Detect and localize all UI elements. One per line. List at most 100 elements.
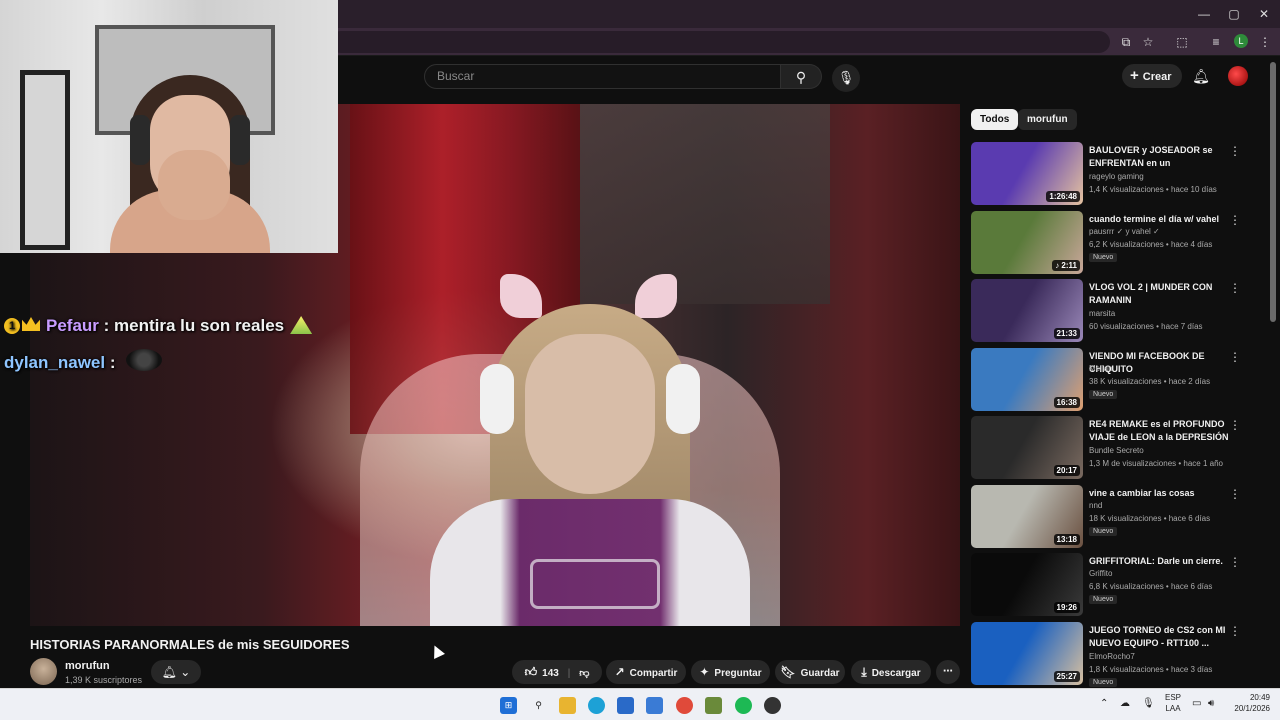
more-options-icon[interactable]: ⋮ <box>1229 144 1241 158</box>
recommendation-thumbnail[interactable]: 20:17 <box>971 416 1083 479</box>
voice-search-button[interactable]: 🎙︎ <box>832 64 860 92</box>
search-input[interactable]: Buscar <box>424 64 781 89</box>
new-badge: Nuevo <box>1089 677 1118 687</box>
video-streamer <box>430 274 750 626</box>
recommendation-channel[interactable]: Griffito <box>1089 569 1112 578</box>
ask-button[interactable]: ✦ Preguntar <box>691 660 770 684</box>
spotify-icon[interactable] <box>735 697 752 714</box>
search-button[interactable]: ⚲ <box>781 64 822 89</box>
bookmark-star-icon[interactable]: ☆ <box>1140 34 1156 50</box>
maximize-button[interactable]: ▢ <box>1226 6 1242 22</box>
start-button[interactable]: ⊞ <box>500 697 517 714</box>
chrome-icon[interactable] <box>676 697 693 714</box>
channel-name[interactable]: morufun <box>65 660 110 672</box>
recommendation-channel[interactable]: Bundle Secreto <box>1089 446 1144 455</box>
more-options-icon[interactable]: ⋮ <box>1229 487 1241 501</box>
store-icon[interactable] <box>617 697 634 714</box>
profile-avatar[interactable]: L <box>1234 34 1248 48</box>
chip-channel[interactable]: morufun <box>1018 109 1077 130</box>
recommendation-item[interactable]: ♪ 2:11 cuando termine el día w/ vahel paus… <box>971 210 1261 275</box>
more-options-icon[interactable]: ⋮ <box>1229 213 1241 227</box>
taskbar-clock[interactable]: 20:49 20/1/2026 <box>1224 692 1270 714</box>
more-actions-button[interactable]: ⋯ <box>936 660 960 684</box>
app-icon[interactable] <box>764 697 781 714</box>
input-language[interactable]: ESP LAA <box>1162 692 1184 714</box>
recommendation-item[interactable]: 16:38 VIENDO MI FACEBOOK DE CHIQUITO Melia… <box>971 347 1261 412</box>
tray-cloud-icon[interactable]: ☁︎ <box>1120 698 1130 709</box>
recommendation-thumbnail[interactable]: ♪ 2:11 <box>971 210 1083 274</box>
channel-avatar[interactable] <box>30 658 57 685</box>
bell-icon: 🔔︎ <box>161 665 177 679</box>
recommendation-item[interactable]: 1:26:48 BAULOVER y JOSEADOR se ENFRENTAN … <box>971 142 1261 206</box>
more-options-icon[interactable]: ⋮ <box>1229 555 1241 569</box>
minimize-button[interactable]: — <box>1196 6 1212 22</box>
recommendation-channel[interactable]: marsita <box>1089 309 1115 318</box>
outlook-icon[interactable] <box>646 697 663 714</box>
more-options-icon[interactable]: ⋮ <box>1229 281 1241 295</box>
recommendation-item[interactable]: 19:26 GRIFFITORIAL: Darle un cierre. Griff… <box>971 553 1261 617</box>
notifications-button[interactable]: 🔔︎ <box>1192 68 1210 86</box>
more-options-icon[interactable]: ⋮ <box>1229 624 1241 638</box>
recommendation-item[interactable]: 25:27 JUEGO TORNEO de CS2 con MI NUEVO EQ… <box>971 621 1261 687</box>
like-button[interactable]: 👍︎ 143 <box>525 665 559 679</box>
create-button[interactable]: + Crear <box>1122 64 1182 88</box>
video-duration: 13:18 <box>1053 533 1080 545</box>
share-label: Compartir <box>629 668 678 679</box>
create-label: Crear <box>1142 71 1172 83</box>
chat-message: dylan_nawel : <box>4 349 163 373</box>
recommendation-thumbnail[interactable]: 25:27 <box>971 621 1083 685</box>
minecraft-icon[interactable] <box>705 697 722 714</box>
headphone-right <box>666 364 700 434</box>
taskbar-search-button[interactable]: ⚲ <box>530 697 547 714</box>
share-button[interactable]: ↗ Compartir <box>606 660 686 684</box>
extensions-icon[interactable]: ⬚ <box>1174 34 1190 50</box>
webcam-mirror <box>20 70 70 250</box>
tray-chevron-icon[interactable]: ⌃ <box>1100 698 1108 709</box>
media-control-icon[interactable]: ≡ <box>1208 34 1224 50</box>
edge-icon[interactable] <box>588 697 605 714</box>
recommendation-title[interactable]: GRIFFITORIAL: Darle un cierre. <box>1089 555 1229 568</box>
streamer-face <box>525 334 655 494</box>
recommendation-channel[interactable]: nnd <box>1089 501 1102 510</box>
recommendation-item[interactable]: 21:33 VLOG VOL 2 | MUNDER CON RAMANIN mars… <box>971 279 1261 343</box>
recommendation-item[interactable]: 13:18 vine a cambiar las cosas nnd 18 K vis… <box>971 484 1261 549</box>
recommendation-thumbnail[interactable]: 16:38 <box>971 347 1083 411</box>
recommendation-channel[interactable]: rageylo gaming <box>1089 172 1144 181</box>
tray-volume-icon[interactable]: 🔊︎ <box>1208 698 1214 709</box>
video-duration: 16:38 <box>1053 396 1080 408</box>
clock-time: 20:49 <box>1249 693 1270 702</box>
cast-icon[interactable]: ⧉ <box>1118 34 1134 50</box>
recommendation-channel[interactable]: Melian <box>1089 364 1113 373</box>
more-options-icon[interactable]: ⋮ <box>1229 350 1241 364</box>
like-divider: | <box>567 668 571 679</box>
subscription-bell-button[interactable]: 🔔︎ ⌄ <box>151 660 201 684</box>
recommendation-thumbnail[interactable]: 19:26 <box>971 553 1083 616</box>
recommendation-title[interactable]: vine a cambiar las cosas <box>1089 487 1229 500</box>
recommendation-item[interactable]: 20:17 RE4 REMAKE es el PROFUNDO VIAJE de … <box>971 416 1261 480</box>
recommendation-title[interactable]: JUEGO TORNEO de CS2 con MI NUEVO EQUIPO … <box>1089 624 1229 650</box>
recommendation-title[interactable]: VLOG VOL 2 | MUNDER CON RAMANIN <box>1089 281 1229 307</box>
recommendation-thumbnail[interactable]: 1:26:48 <box>971 142 1083 205</box>
download-button[interactable]: ⤓ Descargar <box>851 660 931 684</box>
thumbs-down-icon: 👎︎ <box>579 668 590 679</box>
page-scrollbar[interactable] <box>1270 62 1276 322</box>
tray-microphone-icon[interactable]: 🎙︎ <box>1142 698 1155 709</box>
tray-network-icon[interactable]: ▭ <box>1192 698 1201 709</box>
recommendation-thumbnail[interactable]: 21:33 <box>971 279 1083 342</box>
recommendation-channel[interactable]: pausrrr ✓ y vahel ✓ <box>1089 227 1160 236</box>
address-field[interactable] <box>330 31 1110 53</box>
account-avatar[interactable] <box>1228 66 1248 86</box>
chip-all[interactable]: Todos <box>971 109 1019 130</box>
file-explorer-icon[interactable] <box>559 697 576 714</box>
close-button[interactable]: ✕ <box>1256 6 1272 22</box>
recommendation-thumbnail[interactable]: 13:18 <box>971 484 1083 548</box>
recommendation-channel[interactable]: ElmoRocho7 <box>1089 652 1135 661</box>
more-options-icon[interactable]: ⋮ <box>1229 418 1241 432</box>
dislike-button[interactable]: 👎︎ <box>579 668 589 679</box>
save-button[interactable]: 🔖︎ Guardar <box>775 660 845 684</box>
screen: — ▢ ✕ ⧉ ☆ ⬚ ≡ L ⋮ Buscar ⚲ 🎙︎ +Crear 🔔︎ <box>0 0 1280 720</box>
recommendation-title[interactable]: cuando termine el día w/ vahel <box>1089 213 1229 226</box>
browser-menu-icon[interactable]: ⋮ <box>1257 34 1273 50</box>
recommendation-title[interactable]: RE4 REMAKE es el PROFUNDO VIAJE de LEON … <box>1089 418 1229 444</box>
recommendation-title[interactable]: BAULOVER y JOSEADOR se ENFRENTAN en un S… <box>1089 144 1229 171</box>
